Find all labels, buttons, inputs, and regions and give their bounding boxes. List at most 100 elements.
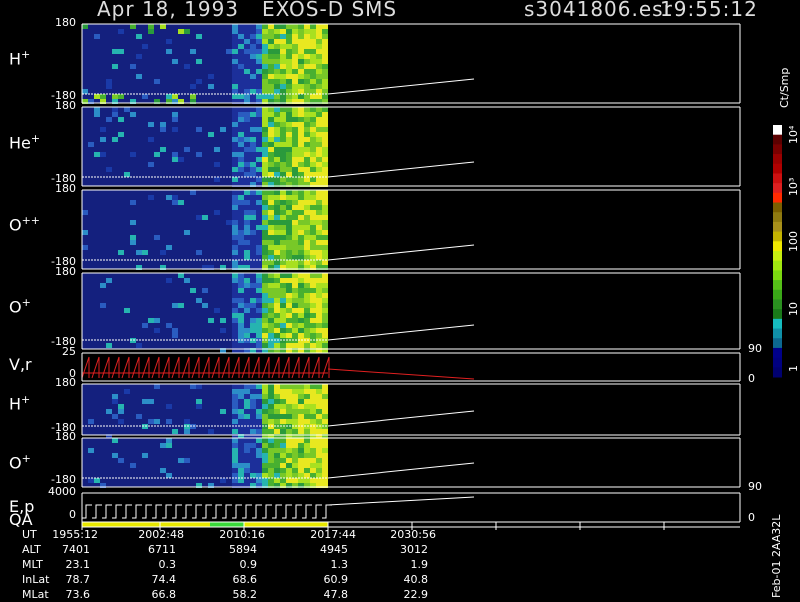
spectrogram-cell <box>316 293 322 298</box>
spectrogram-cell <box>220 127 226 132</box>
spectrogram-cell <box>250 333 256 338</box>
spectrogram-cell <box>142 94 148 99</box>
spectrogram-cell <box>232 250 238 255</box>
spectrogram-cell <box>88 478 94 483</box>
spectrogram-cell <box>262 235 268 240</box>
spectrogram-cell <box>292 162 298 167</box>
spectrogram-cell <box>262 458 268 463</box>
spectrogram-cell <box>322 409 328 414</box>
spectrogram-cell <box>238 333 244 338</box>
table-cell: 40.8 <box>403 573 429 586</box>
spectrogram-cell <box>316 220 322 225</box>
spectrogram-cell <box>232 162 238 167</box>
spectrogram-cell <box>244 308 250 313</box>
spectrogram-cell <box>244 343 250 348</box>
spectrogram-cell <box>322 328 328 333</box>
spectrogram-cell <box>292 132 298 137</box>
spectrogram-cell <box>280 318 286 323</box>
right-axis-tick: 0 <box>748 511 755 524</box>
spectrogram-cell <box>322 49 328 54</box>
spectrogram-cell <box>250 210 256 215</box>
spectrogram-cell <box>244 328 250 333</box>
spectrogram-cell <box>274 152 280 157</box>
spectrogram-cell <box>232 394 238 399</box>
spectrogram-cell <box>310 458 316 463</box>
spectrogram-cell <box>298 409 304 414</box>
spectrogram-cell <box>322 293 328 298</box>
spectrogram-cell <box>268 448 274 453</box>
spectrogram-cell <box>292 24 298 29</box>
spectrogram-cell <box>292 89 298 94</box>
spectrogram-cell <box>262 24 268 29</box>
spectrogram-cell <box>280 473 286 478</box>
table-cell: 7401 <box>62 543 90 556</box>
spectrogram-cell <box>316 438 322 443</box>
spectrogram-cell <box>184 64 190 69</box>
spectrogram-cell <box>256 177 262 182</box>
spectrogram-cell <box>250 394 256 399</box>
spectrogram-cell <box>274 59 280 64</box>
spectrogram-cell <box>256 200 262 205</box>
spectrogram-cell <box>316 137 322 142</box>
spectrogram-cell <box>154 318 160 323</box>
spectrogram-cell <box>262 84 268 89</box>
spectrogram-cell <box>286 177 292 182</box>
spectrogram-cell <box>280 240 286 245</box>
spectrogram-panel-0 <box>82 24 328 104</box>
spectrogram-cell <box>166 473 172 478</box>
spectrogram-cell <box>238 255 244 260</box>
spectrogram-cell <box>244 127 250 132</box>
spectrogram-cell <box>292 29 298 34</box>
spectrogram-cell <box>298 112 304 117</box>
spectrogram-cell <box>298 230 304 235</box>
spectrogram-cell <box>262 225 268 230</box>
spectrogram-cell <box>148 419 154 424</box>
spectrogram-cell <box>292 107 298 112</box>
spectrogram-cell <box>160 24 166 29</box>
spectrogram-cell <box>196 59 202 64</box>
spectrogram-cell <box>274 94 280 99</box>
spectrogram-cell <box>244 44 250 49</box>
spectrogram-cell <box>268 157 274 162</box>
spectrogram-cell <box>238 308 244 313</box>
spectrogram-cell <box>268 323 274 328</box>
spectrogram-cell <box>262 278 268 283</box>
spectrogram-cell <box>244 195 250 200</box>
spectrogram-cell <box>184 458 190 463</box>
spectrogram-cell <box>160 443 166 448</box>
spectrogram-cell <box>100 303 106 308</box>
spectrogram-cell <box>274 478 280 483</box>
spectrogram-cell <box>268 468 274 473</box>
spectrogram-cell <box>196 215 202 220</box>
spectrogram-cell <box>292 142 298 147</box>
spectrogram-cell <box>238 64 244 69</box>
spectrogram-cell <box>250 24 256 29</box>
spectrogram-cell <box>244 448 250 453</box>
spectrogram-cell <box>268 404 274 409</box>
spectrogram-cell <box>262 468 268 473</box>
axis-top-tick: 180 <box>55 182 76 195</box>
spectrogram-cell <box>274 230 280 235</box>
spectrogram-cell <box>292 343 298 348</box>
spectrogram-cell <box>310 463 316 468</box>
spectrogram-cell <box>310 79 316 84</box>
spectrogram-cell <box>262 54 268 59</box>
spectrogram-cell <box>274 190 280 195</box>
spectrogram-cell <box>292 273 298 278</box>
spectrogram-cell <box>262 255 268 260</box>
spectrogram-cell <box>244 333 250 338</box>
spectrogram-cell <box>280 94 286 99</box>
spectrogram-cell <box>130 240 136 245</box>
spectrogram-cell <box>310 137 316 142</box>
spectrogram-cell <box>244 89 250 94</box>
spectrogram-cell <box>268 443 274 448</box>
spectrogram-cell <box>274 389 280 394</box>
spectrogram-cell <box>292 44 298 49</box>
spectrogram-cell <box>184 429 190 434</box>
spectrogram-cell <box>244 167 250 172</box>
spectrogram-cell <box>262 293 268 298</box>
spectrogram-cell <box>232 59 238 64</box>
spectrogram-cell <box>262 127 268 132</box>
spectrogram-panel-3 <box>82 273 328 353</box>
spectrogram-cell <box>310 147 316 152</box>
